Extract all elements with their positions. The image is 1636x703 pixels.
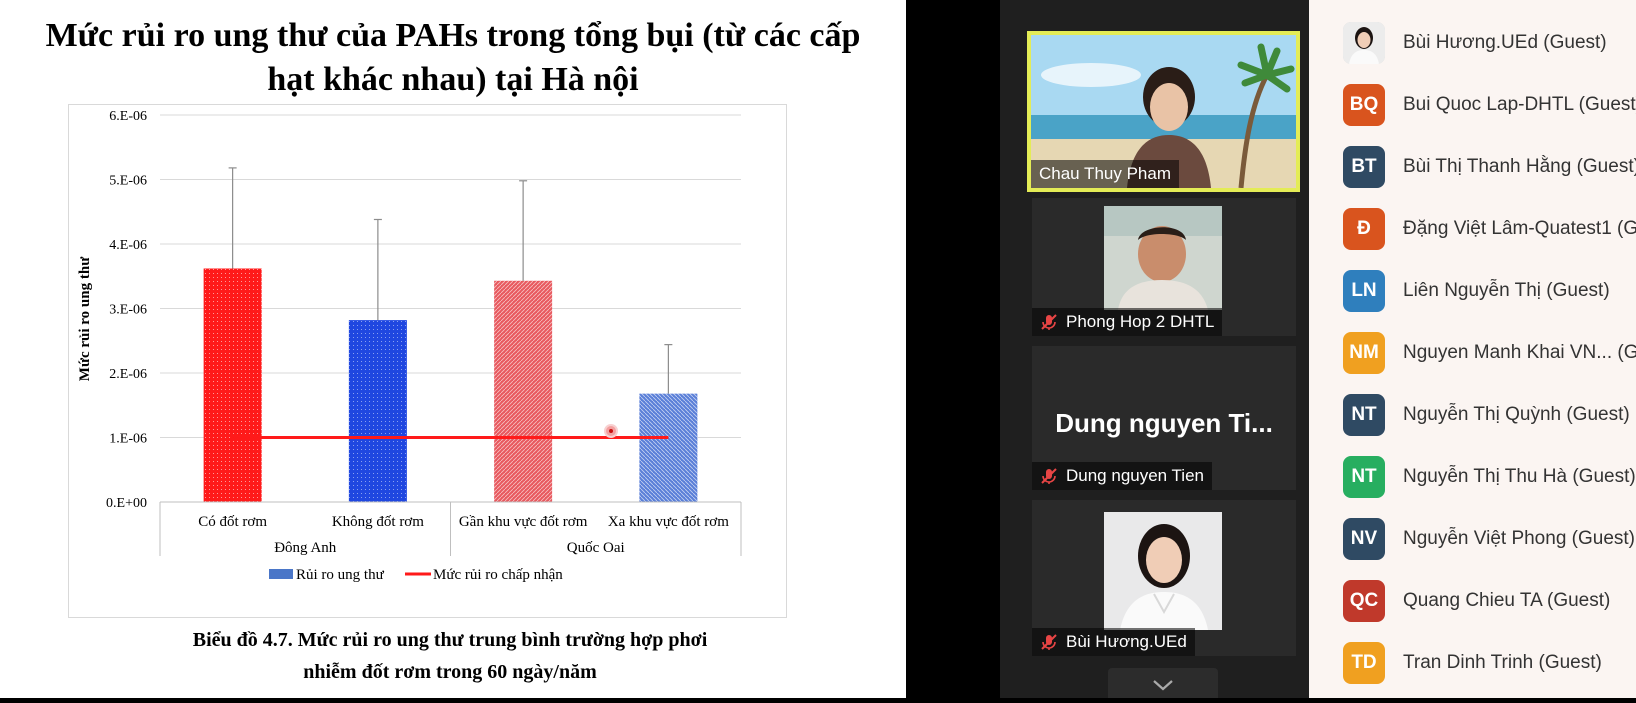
bar: [348, 320, 407, 502]
y-tick-label: 3.E-06: [109, 303, 147, 318]
y-axis-label: Mức rủi ro ung thư: [77, 256, 93, 381]
participant-name: Quang Chieu TA (Guest): [1403, 590, 1611, 611]
avatar-initials: NT: [1351, 404, 1377, 425]
tile-name-label: Chau Thuy Pham: [1031, 160, 1179, 188]
participant-photo: [1104, 512, 1222, 630]
participants-panel: Bùi Hương.UEd (Guest) BQ Bui Quoc Lap-DHTL…: [1309, 0, 1636, 698]
participant-row[interactable]: Bùi Hương.UEd (Guest): [1343, 21, 1636, 65]
caption-line1: Biểu đồ 4.7. Mức rủi ro ung thư trung bì…: [192, 629, 708, 651]
participant-row[interactable]: NT Nguyễn Thị Thu Hà (Guest): [1343, 455, 1636, 499]
avatar-initials: Đ: [1357, 218, 1371, 239]
avatar-initials: NT: [1351, 466, 1377, 487]
participant-row[interactable]: NV Nguyễn Việt Phong (Guest): [1343, 517, 1636, 561]
video-tile-participant[interactable]: Phong Hop 2 DHTL: [1032, 198, 1296, 336]
participant-name: Tran Dinh Trinh (Guest): [1403, 652, 1602, 673]
participant-name: Bùi Thị Thanh Hằng (Guest): [1403, 156, 1636, 177]
pointer-cursor: [604, 424, 618, 438]
participant-row[interactable]: NT Nguyễn Thị Quỳnh (Guest): [1343, 393, 1636, 437]
chart-container: 0.E+00 1.E-06 2.E-06 3.E-06 4.E-06 5.E-06 6.E-…: [68, 104, 787, 618]
tile-name-label: Bùi Hương.UEd: [1066, 632, 1187, 651]
participant-row[interactable]: BT Bùi Thị Thanh Hằng (Guest): [1343, 145, 1636, 189]
participant-name: Nguyễn Việt Phong (Guest): [1403, 528, 1636, 549]
y-tick-label: 1.E-06: [109, 432, 147, 447]
participant-name: Đặng Việt Lâm-Quatest1 (G: [1403, 218, 1636, 239]
participant-photo: [1104, 206, 1222, 310]
participant-row[interactable]: TD Tran Dinh Trinh (Guest): [1343, 641, 1636, 685]
x-tick-label: Có đốt rơm: [198, 514, 267, 530]
avatar: BT: [1343, 146, 1385, 188]
chevron-down-icon: [1153, 680, 1173, 691]
x-tick-label: Không đốt rơm: [332, 514, 424, 530]
slide-title-line1: Mức rủi ro ung thư của PAHs trong tổng b…: [45, 17, 861, 54]
x-tick-label: Gần khu vực đốt rơm: [459, 514, 588, 530]
legend-swatch-bar: [269, 569, 293, 579]
divider-area: [906, 0, 1000, 698]
tile-name-bar: Bùi Hương.UEd: [1032, 628, 1195, 656]
group-label: Đông Anh: [274, 540, 337, 556]
avatar-initials: BT: [1351, 156, 1377, 177]
bar: [203, 268, 262, 502]
scroll-down-button[interactable]: [1108, 668, 1218, 698]
group-label: Quốc Oai: [567, 540, 625, 556]
participant-name: Nguyen Manh Khai VN... (G: [1403, 342, 1636, 363]
avatar: LN: [1343, 270, 1385, 312]
y-tick-label: 2.E-06: [109, 367, 147, 382]
tile-name-bar: Dung nguyen Tien: [1032, 462, 1212, 490]
avatar-initials: LN: [1351, 280, 1377, 301]
avatar-initials: NM: [1349, 342, 1379, 363]
y-tick-label: 6.E-06: [109, 109, 147, 124]
avatar-initials: BQ: [1349, 94, 1379, 115]
muted-mic-icon: [1040, 633, 1058, 651]
participant-row[interactable]: NM Nguyen Manh Khai VN... (G: [1343, 331, 1636, 375]
y-tick-label: 5.E-06: [109, 174, 147, 189]
slide-title: Mức rủi ro ung thư của PAHs trong tổng b…: [0, 14, 906, 102]
slide-title-line2: hạt khác nhau) tại Hà nội: [267, 61, 639, 98]
shared-slide: Mức rủi ro ung thư của PAHs trong tổng b…: [0, 0, 906, 698]
muted-mic-icon: [1040, 313, 1058, 331]
bar: [494, 280, 553, 502]
tile-name-placeholder: Dung nguyen Ti...: [1055, 408, 1273, 438]
video-tile-participant[interactable]: Dung nguyen Ti... Dung nguyen Tien: [1032, 346, 1296, 490]
chart-caption: Biểu đồ 4.7. Mức rủi ro ung thư trung bì…: [140, 624, 760, 688]
avatar: TD: [1343, 642, 1385, 684]
bar-chart: 0.E+00 1.E-06 2.E-06 3.E-06 4.E-06 5.E-06 6.E-…: [77, 109, 742, 583]
video-gallery: Chau Thuy Pham Phong Hop 2 DHTL Dung ngu…: [1000, 0, 1309, 698]
bar: [639, 393, 698, 502]
caption-line2: nhiễm đốt rơm trong 60 ngày/năm: [303, 661, 597, 683]
avatar-initials: QC: [1349, 590, 1379, 611]
avatar-initials: NV: [1350, 528, 1378, 549]
tile-name-bar: Phong Hop 2 DHTL: [1032, 308, 1223, 336]
participant-row[interactable]: QC Quang Chieu TA (Guest): [1343, 579, 1636, 623]
avatar: NV: [1343, 518, 1385, 560]
video-tile-participant[interactable]: Bùi Hương.UEd: [1032, 500, 1296, 656]
participant-name: Liên Nguyễn Thị (Guest): [1403, 280, 1610, 301]
participant-row[interactable]: LN Liên Nguyễn Thị (Guest): [1343, 269, 1636, 313]
avatar-initials: TD: [1351, 652, 1377, 673]
avatar: NM: [1343, 332, 1385, 374]
avatar: QC: [1343, 580, 1385, 622]
x-tick-label: Xa khu vực đốt rơm: [608, 514, 729, 530]
muted-mic-icon: [1040, 467, 1058, 485]
avatar: NT: [1343, 394, 1385, 436]
participant-name: Bùi Hương.UEd (Guest): [1403, 32, 1607, 53]
participant-name: Nguyễn Thị Quỳnh (Guest): [1403, 404, 1630, 425]
tile-name-label: Phong Hop 2 DHTL: [1066, 312, 1215, 331]
participant-row[interactable]: BQ Bui Quoc Lap-DHTL (Guest): [1343, 83, 1636, 127]
avatar: Đ: [1343, 208, 1385, 250]
y-tick-label: 4.E-06: [109, 238, 147, 253]
participant-row[interactable]: Đ Đặng Việt Lâm-Quatest1 (G: [1343, 207, 1636, 251]
y-tick-label: 0.E+00: [106, 496, 147, 511]
legend-label: Mức rủi ro chấp nhận: [433, 567, 563, 583]
participant-name: Nguyễn Thị Thu Hà (Guest): [1403, 466, 1636, 487]
tile-name-label: Dung nguyen Tien: [1066, 466, 1204, 485]
participant-name: Bui Quoc Lap-DHTL (Guest): [1403, 94, 1636, 115]
legend-label: Rủi ro ung thư: [296, 567, 385, 583]
video-tile-active-speaker[interactable]: Chau Thuy Pham: [1027, 31, 1300, 192]
avatar: NT: [1343, 456, 1385, 498]
avatar: [1343, 22, 1385, 64]
avatar: BQ: [1343, 84, 1385, 126]
